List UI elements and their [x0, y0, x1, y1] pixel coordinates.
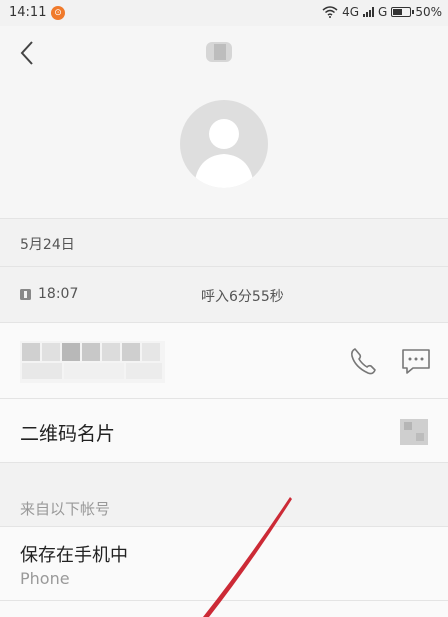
- phone-number-row[interactable]: [0, 322, 448, 398]
- signal-icon: [363, 7, 375, 17]
- status-right-group: 4G G 50%: [322, 5, 442, 19]
- network-type-2: G: [378, 5, 388, 19]
- battery-percent: 50%: [415, 5, 442, 19]
- network-type-1: 4G: [342, 5, 360, 19]
- call-duration: 呼入6分55秒: [201, 289, 284, 305]
- notification-badge: ⊙: [51, 6, 65, 20]
- history-date-row: 5月24日: [0, 218, 448, 266]
- sim-icon: [20, 289, 31, 300]
- message-icon[interactable]: [398, 343, 434, 379]
- account-storage-subtitle: Phone: [20, 569, 70, 588]
- qr-card-row[interactable]: 二维码名片: [0, 398, 448, 462]
- accounts-section-header: 来自以下帐号: [0, 462, 448, 526]
- avatar[interactable]: [180, 100, 268, 188]
- phone-number-redacted: [20, 341, 165, 383]
- person-icon: [194, 119, 254, 188]
- status-bar: 14:11 ⊙ 4G G 50%: [0, 0, 448, 26]
- status-time: 14:11: [9, 5, 47, 20]
- call-time: 18:07: [38, 286, 79, 302]
- back-arrow-icon[interactable]: [14, 38, 44, 68]
- battery-icon: [391, 7, 415, 17]
- accounts-section-title: 来自以下帐号: [20, 500, 111, 518]
- contact-header: [0, 26, 448, 218]
- qr-card-label: 二维码名片: [20, 423, 116, 445]
- phone-icon[interactable]: [345, 343, 381, 379]
- qr-code-icon[interactable]: [400, 419, 428, 445]
- divider: [0, 600, 448, 601]
- account-storage-title: 保存在手机中: [20, 545, 128, 566]
- history-date: 5月24日: [20, 237, 75, 253]
- contact-name-redacted: [206, 42, 232, 62]
- call-record-row[interactable]: 18:07 呼入6分55秒: [0, 266, 448, 322]
- wifi-icon: [322, 6, 338, 18]
- account-row-phone[interactable]: 保存在手机中 Phone: [0, 526, 448, 617]
